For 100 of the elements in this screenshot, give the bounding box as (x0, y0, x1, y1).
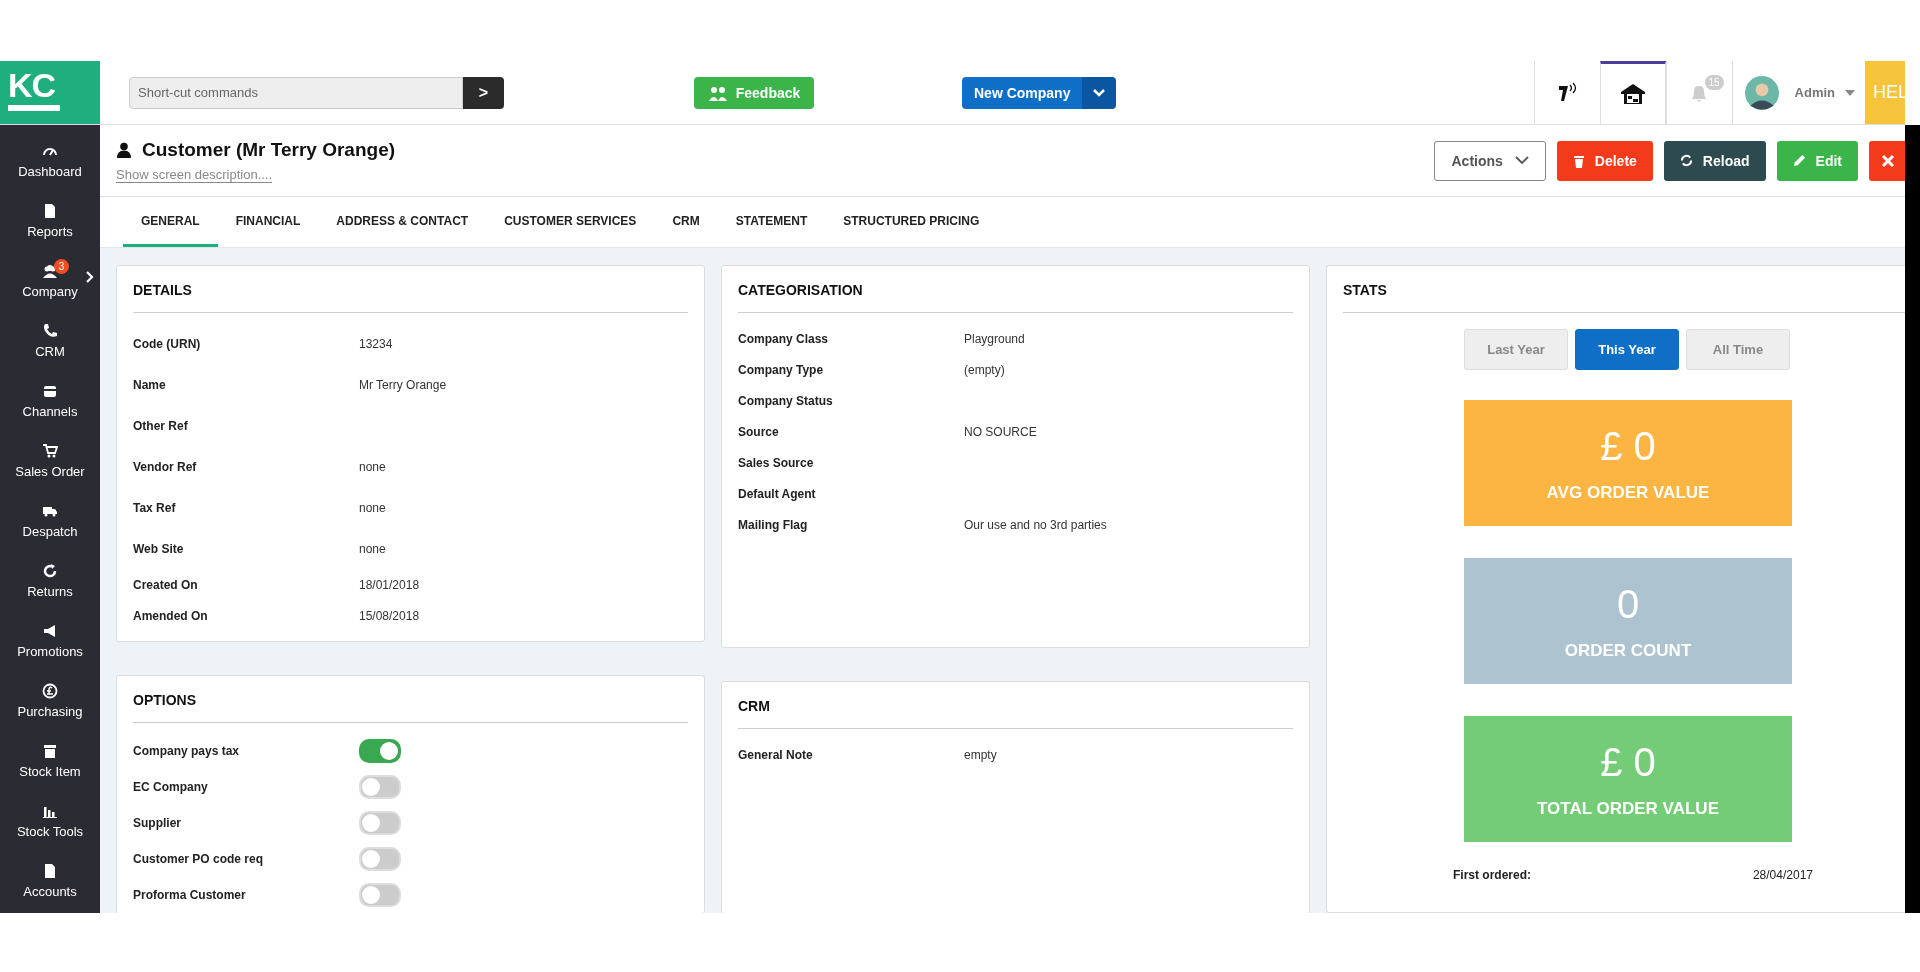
people-icon (707, 84, 728, 101)
field-label: Default Agent (738, 486, 817, 501)
page-title: Customer (Mr Terry Orange) (142, 138, 396, 161)
user-name[interactable]: Admin (1794, 85, 1835, 100)
stat-label: ORDER COUNT (1564, 640, 1692, 661)
sidebar-label: Sales Order (15, 464, 85, 479)
field-label: Amended On (133, 608, 209, 623)
description-link[interactable]: Show screen description.... (116, 166, 273, 183)
field-value: 13234 (359, 336, 393, 351)
sidebar-item[interactable]: Stock Tools (0, 791, 100, 851)
field-value: Playground (964, 331, 1025, 346)
tab[interactable]: CRM (654, 197, 718, 247)
document-icon (42, 863, 58, 879)
sidebar-item[interactable]: Returns (0, 551, 100, 611)
field-label: Source (738, 424, 780, 439)
sidebar-item[interactable]: Accounts (0, 851, 100, 911)
sidebar-item[interactable]: Sales Order (0, 431, 100, 491)
close-button[interactable] (1869, 140, 1905, 181)
option-label: Company pays tax (133, 744, 241, 758)
chevron-right-icon[interactable] (86, 271, 94, 283)
close-icon (1881, 153, 1895, 168)
warehouse-icon[interactable] (1599, 61, 1666, 124)
sidebar-label: Stock Item (19, 764, 81, 779)
pencil-icon (1792, 154, 1806, 167)
trash-icon (1572, 153, 1585, 168)
option-label: EC Company (133, 780, 209, 794)
field-value: none (359, 541, 386, 556)
cart-icon (42, 443, 58, 459)
field-value: NO SOURCE (964, 424, 1037, 439)
field-label: Created On (133, 577, 199, 592)
stat-label: TOTAL ORDER VALUE (1537, 798, 1719, 819)
sidebar-label: Returns (27, 584, 73, 599)
field-value: none (359, 459, 386, 474)
tab[interactable]: CUSTOMER SERVICES (486, 197, 655, 247)
sidebar-item[interactable]: Despatch (0, 491, 100, 551)
sidebar-label: Dashboard (18, 164, 82, 179)
field-value: 18/01/2018 (359, 577, 420, 592)
sidebar-item[interactable]: Purchasing (0, 671, 100, 731)
refresh-icon (42, 563, 58, 579)
sidebar-item[interactable]: Stock Item (0, 731, 100, 791)
sidebar-label: CRM (35, 344, 65, 359)
field-value: empty (964, 747, 997, 762)
sidebar-label: Company (22, 284, 78, 299)
box-icon (42, 743, 58, 759)
stat-value: 0 (1616, 581, 1640, 627)
sidebar-item[interactable]: Reports (0, 191, 100, 251)
actions-button[interactable]: Actions (1434, 140, 1546, 181)
go-button[interactable]: > (463, 76, 504, 109)
toggle-switch[interactable] (359, 739, 401, 763)
sidebar-item[interactable]: Promotions (0, 611, 100, 671)
field-label: Other Ref (133, 418, 189, 433)
sidebar-label: Stock Tools (16, 824, 84, 839)
sidebar-label: Accounts (23, 884, 77, 899)
field-label: First ordered: (1453, 868, 1531, 882)
field-label: Code (URN) (133, 336, 202, 351)
field-label: Company Class (738, 331, 830, 346)
field-label: General Note (738, 747, 814, 762)
field-label: Name (133, 377, 167, 392)
people-icon (42, 263, 58, 279)
option-label: Supplier (133, 816, 182, 830)
sidebar-item[interactable]: Dashboard (0, 131, 100, 191)
chevron-down-icon (1514, 156, 1529, 165)
delete-button[interactable]: Delete (1556, 140, 1653, 181)
chevron-down-icon (1092, 87, 1107, 98)
stat-label: AVG ORDER VALUE (1546, 482, 1710, 503)
phone-icon (42, 323, 58, 339)
field-label: Company Status (738, 393, 834, 408)
field-value: (empty) (964, 362, 1005, 377)
shortcut-field[interactable]: Short-cut commands (129, 76, 463, 109)
person-icon (116, 141, 132, 158)
tab[interactable]: ADDRESS & CONTACT (318, 197, 487, 247)
field-label: Vendor Ref (133, 459, 198, 474)
caret-icon[interactable] (1845, 89, 1855, 96)
period-button[interactable]: This Year (1575, 329, 1679, 370)
pound-icon (42, 683, 58, 699)
sidebar-label: Channels (22, 404, 78, 419)
sidebar-label: Reports (27, 224, 73, 239)
refresh-icon (1679, 154, 1693, 167)
sidebar-label: Purchasing (17, 704, 83, 719)
option-label: Customer PO code req (133, 852, 265, 866)
card-title: CRM (738, 682, 1293, 729)
sidebar-item[interactable]: Company 3 (0, 251, 100, 311)
sidebar-item[interactable]: Channels (0, 371, 100, 431)
sidebar-label: Promotions (17, 644, 83, 659)
tab[interactable]: STRUCTURED PRICING (825, 197, 998, 247)
reload-button[interactable]: Reload (1663, 140, 1766, 181)
field-value: 28/04/2017 (1752, 868, 1813, 882)
dropdown-button[interactable] (1082, 76, 1117, 109)
new-company-button[interactable]: New Company (962, 76, 1083, 109)
option-label: Proforma Customer (133, 888, 247, 902)
stat-value: £ 0 (1600, 423, 1656, 469)
card-title: OPTIONS (133, 676, 688, 723)
avatar-icon[interactable] (1744, 75, 1779, 110)
field-label: Company Type (738, 362, 825, 377)
field-label: Tax Ref (133, 500, 177, 515)
field-value: 15/08/2018 (359, 608, 420, 623)
sidebar-item[interactable]: CRM (0, 311, 100, 371)
tab[interactable]: FINANCIAL (217, 197, 319, 247)
tab[interactable]: STATEMENT (717, 197, 826, 247)
stat-value: £ 0 (1600, 739, 1656, 785)
